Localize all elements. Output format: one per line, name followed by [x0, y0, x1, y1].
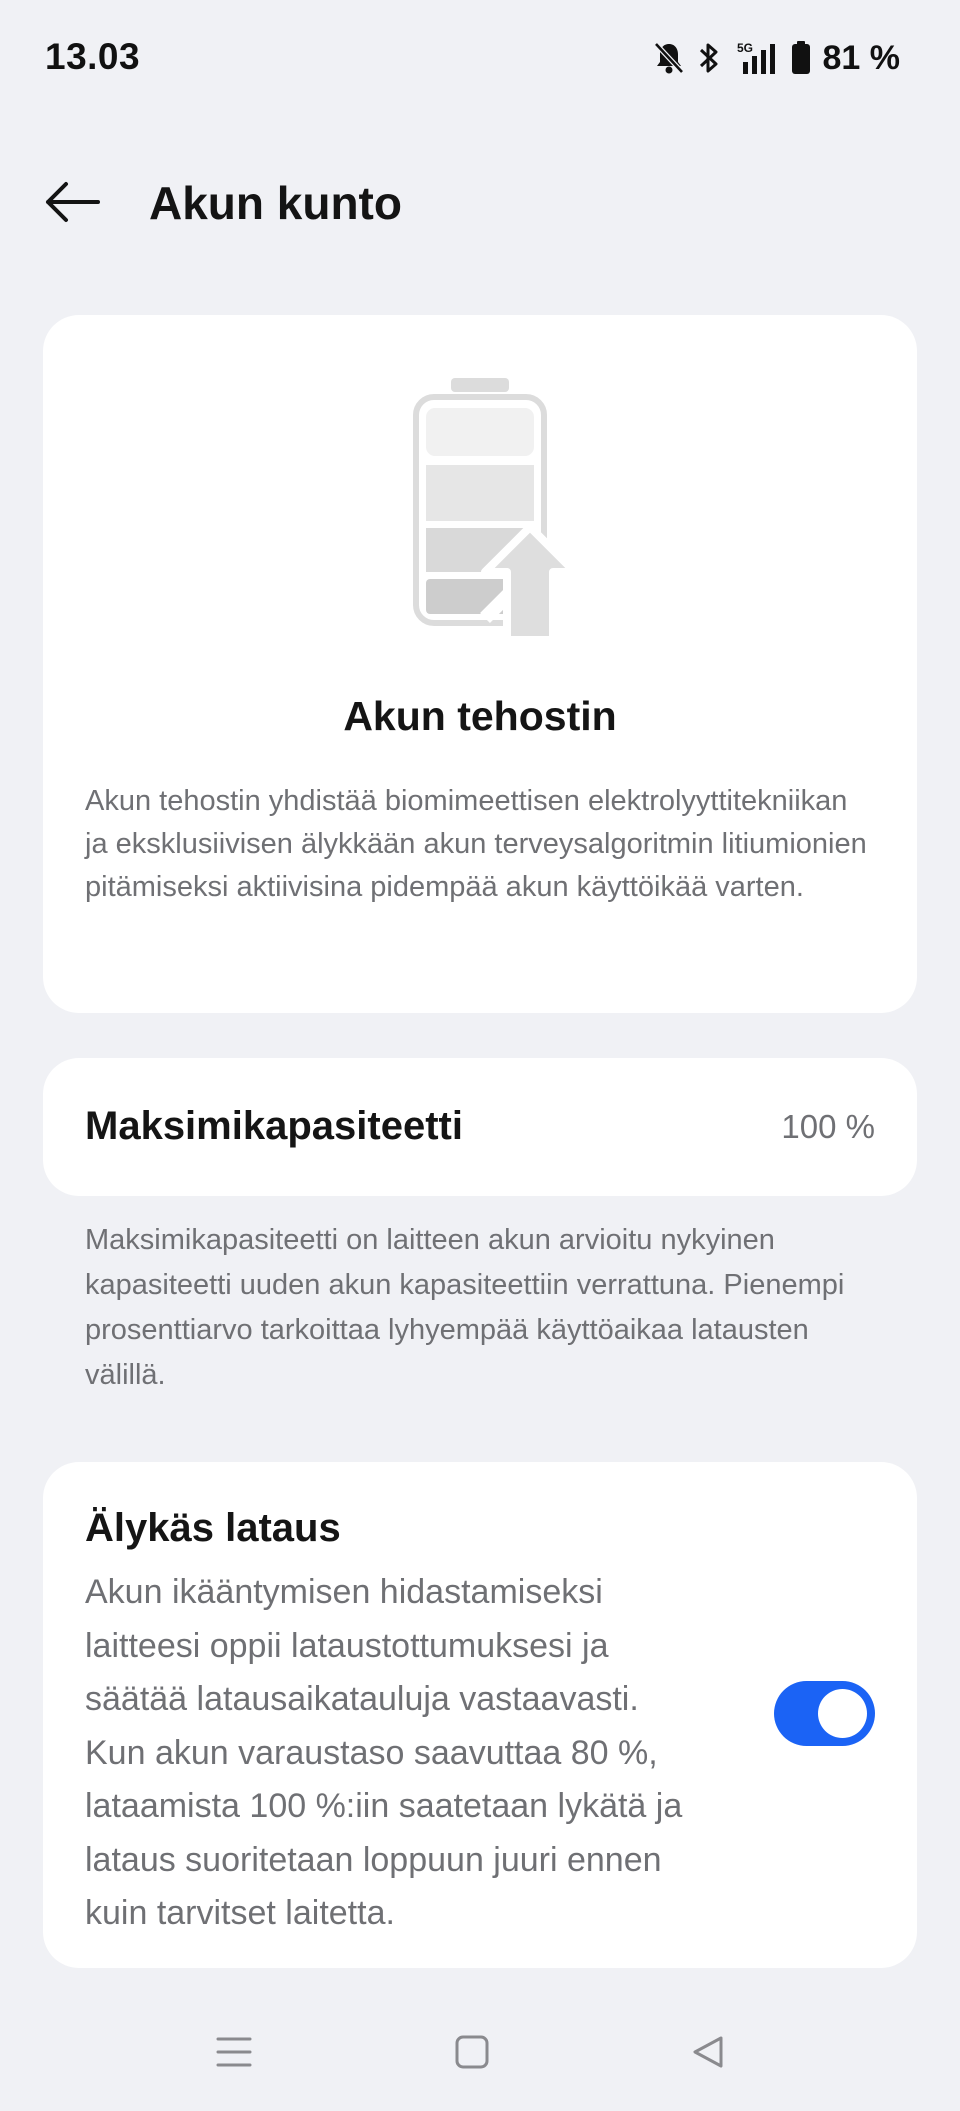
capacity-note: Maksimikapasiteetti on laitteen akun arv…	[85, 1224, 845, 1391]
capacity-value: 100 %	[781, 1108, 875, 1145]
booster-title: Akun tehostin	[343, 693, 617, 739]
battery-booster-card: Akun tehostin Akun tehostin yhdistää bio…	[43, 315, 917, 1013]
battery-icon	[791, 41, 811, 75]
max-capacity-card: Maksimikapasiteetti 100 %	[43, 1058, 917, 1196]
bluetooth-icon	[697, 41, 721, 75]
smart-charging-title: Älykäs lataus	[85, 1506, 341, 1550]
status-time: 13.03	[45, 36, 141, 77]
navigation-bar	[0, 2010, 960, 2090]
recent-apps-button[interactable]	[206, 2026, 262, 2082]
battery-boost-icon	[413, 375, 583, 650]
network-type-label: 5G	[737, 41, 753, 55]
app-bar: Akun kunto	[0, 160, 960, 248]
smart-charging-description: Akun ikääntymisen hidastamiseksi laittee…	[85, 1573, 683, 1932]
toggle-knob	[818, 1689, 867, 1738]
status-bar: 13.03 5G 81 %	[0, 0, 960, 116]
home-button[interactable]	[444, 2026, 500, 2082]
bell-off-icon	[653, 41, 685, 75]
system-back-button[interactable]	[680, 2026, 736, 2082]
back-triangle-icon	[690, 2034, 726, 2075]
home-icon	[454, 2034, 490, 2075]
status-icons: 5G 81 %	[653, 36, 901, 80]
capacity-label: Maksimikapasiteetti	[85, 1104, 463, 1148]
signal-icon: 5G	[733, 40, 779, 76]
smart-charging-toggle[interactable]	[774, 1681, 875, 1746]
menu-icon	[214, 2034, 254, 2075]
booster-description: Akun tehostin yhdistää biomimeettisen el…	[85, 785, 867, 903]
arrow-left-icon	[42, 180, 102, 229]
page-title: Akun kunto	[149, 177, 402, 229]
smart-charging-card[interactable]: Älykäs lataus Akun ikääntymisen hidastam…	[43, 1462, 917, 1968]
battery-percent: 81 %	[822, 38, 901, 77]
back-button[interactable]	[36, 172, 108, 236]
